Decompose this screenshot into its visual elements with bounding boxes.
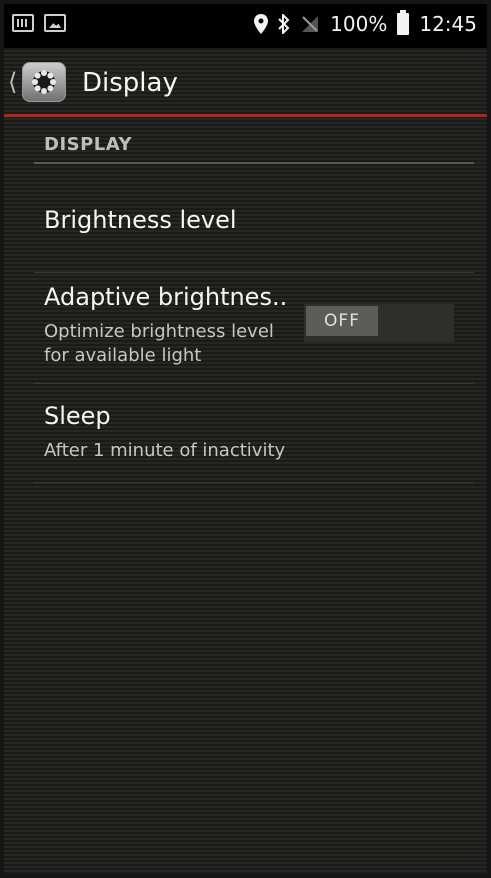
back-button[interactable]: ⟨ [8,62,72,102]
back-chevron-icon: ⟨ [8,68,18,96]
toggle-state-label: OFF [306,306,378,336]
clock: 12:45 [419,12,477,36]
battery-percent: 100% [330,12,388,36]
battery-icon [397,10,410,35]
setting-subtitle: for available light [44,345,202,366]
location-icon [254,14,269,34]
setting-sleep[interactable]: Sleep After 1 minute of inactivity [34,384,474,482]
setting-subtitle: Optimize brightness level [44,321,274,342]
status-bar: 100% 12:45 [4,4,487,48]
setting-title: Brightness level [44,206,237,234]
setting-title: Adaptive brightnes.. [44,283,288,311]
list-divider [34,482,474,483]
screen: 100% 12:45 ⟨ Display DISPLAY Brightness … [4,4,487,874]
image-icon [44,14,66,32]
keyboard-icon [12,14,34,32]
action-bar: ⟨ Display [4,48,487,114]
bluetooth-icon [278,14,290,34]
setting-title: Sleep [44,402,111,430]
setting-subtitle: After 1 minute of inactivity [44,440,286,461]
adaptive-brightness-toggle[interactable]: OFF [304,304,454,342]
setting-brightness-level[interactable]: Brightness level [34,164,474,272]
section-header: DISPLAY [44,134,133,155]
settings-gear-icon [22,62,66,102]
accent-divider [4,114,487,117]
page-title: Display [82,68,178,98]
no-signal-icon [302,16,319,32]
